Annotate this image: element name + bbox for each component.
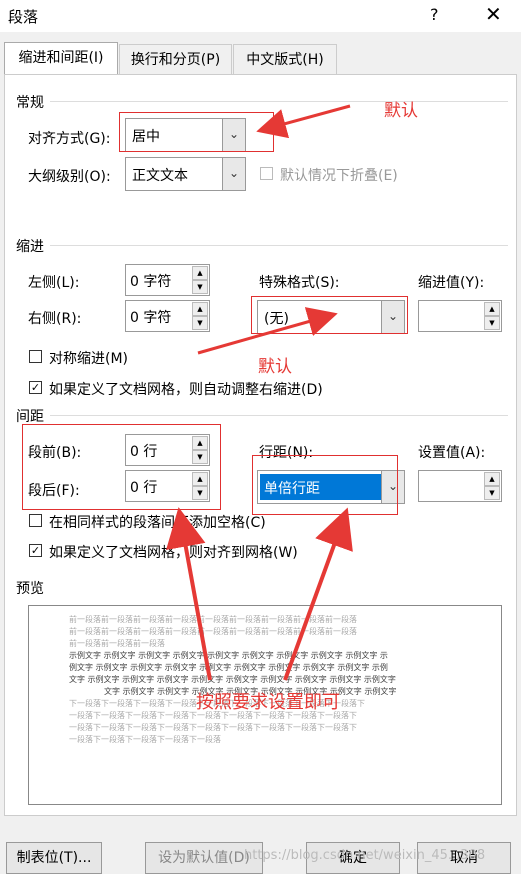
annotation-default-1: 默认 [384, 101, 418, 121]
annotation-arrow [256, 104, 351, 139]
annotation-instruction: 按照要求设置即可 [196, 692, 340, 713]
annotation-arrow [197, 307, 338, 355]
annotation-arrow [166, 507, 212, 681]
annotation-arrows [166, 104, 353, 681]
annotation-arrow [283, 507, 353, 681]
annotation-default-2: 默认 [258, 357, 292, 377]
